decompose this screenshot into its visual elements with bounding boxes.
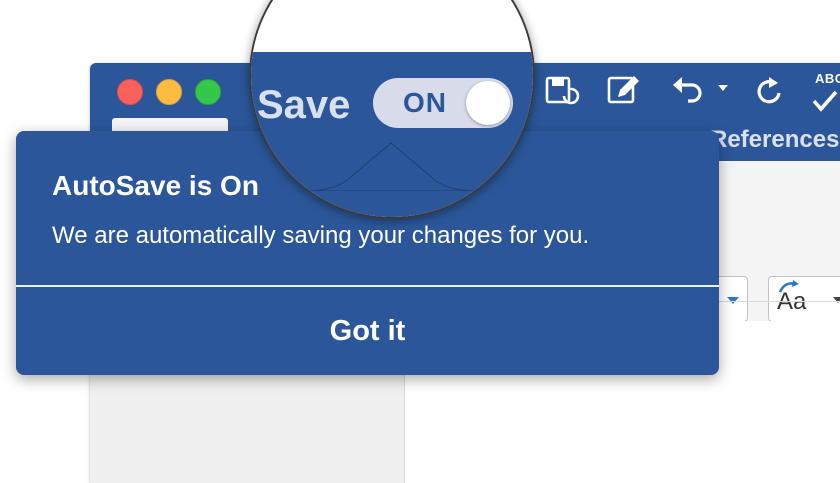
toggle-knob — [466, 81, 510, 125]
close-window-button[interactable] — [117, 79, 143, 105]
spelling-check-icon[interactable]: ABC — [815, 71, 840, 86]
autosave-toggle[interactable]: ON — [373, 78, 513, 128]
got-it-button[interactable]: Got it — [16, 287, 719, 375]
minimize-window-button[interactable] — [156, 79, 182, 105]
autosave-toggle-state: ON — [403, 87, 447, 118]
zoom-window-button[interactable] — [195, 79, 221, 105]
popover-title: AutoSave is On — [52, 170, 259, 201]
chevron-down-icon — [833, 297, 840, 303]
popover-pointer-icon — [306, 142, 476, 191]
change-case-button[interactable]: Aa — [768, 276, 840, 322]
tab-references[interactable]: References — [710, 126, 839, 154]
redo-icon[interactable] — [748, 73, 788, 109]
edit-document-icon[interactable] — [604, 73, 644, 109]
autosave-label: Save — [257, 83, 351, 127]
change-case-label: Aa — [777, 288, 807, 315]
checkmark-icon — [806, 87, 840, 123]
save-sync-icon[interactable] — [542, 73, 582, 109]
magnifier-lens: Save ON — [249, 0, 535, 219]
popover-message: We are automatically saving your changes… — [52, 222, 590, 249]
undo-dropdown-chevron-icon[interactable] — [718, 85, 728, 91]
undo-icon[interactable] — [668, 73, 708, 109]
